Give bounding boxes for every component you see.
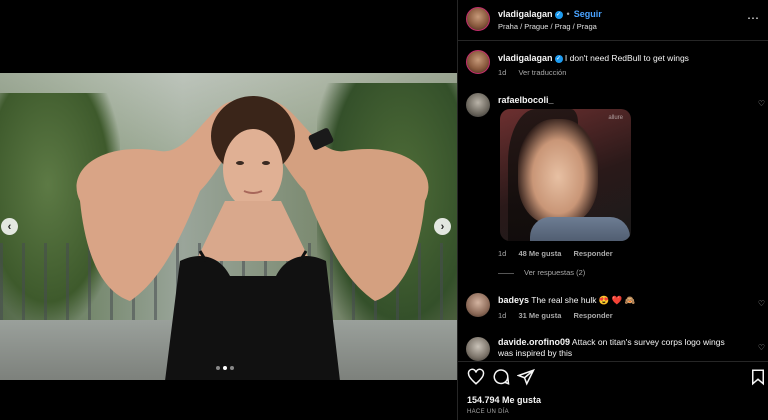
comment-username[interactable]: rafaelbocoli_: [498, 95, 554, 105]
like-comment-icon[interactable]: ♡: [758, 343, 765, 352]
likes-count[interactable]: 154.794 Me gusta: [467, 395, 541, 405]
verified-badge-icon: ✓: [554, 54, 563, 63]
verified-badge-icon: ✓: [554, 10, 563, 19]
follow-button[interactable]: Seguir: [574, 9, 602, 19]
comment-likes[interactable]: 48 Me gusta: [518, 249, 561, 258]
comment-image[interactable]: allure: [500, 109, 631, 241]
action-bar: 154.794 Me gusta HACE UN DÍA: [458, 361, 768, 420]
commenter-avatar[interactable]: [466, 293, 490, 317]
commenter-avatar[interactable]: [466, 337, 490, 361]
author-line: vladigalagan ✓ • Seguir: [498, 9, 602, 19]
reply-button[interactable]: Responder: [573, 311, 612, 320]
carousel-dot: [216, 366, 220, 370]
reply-button[interactable]: Responder: [573, 249, 612, 258]
caption: vladigalagan ✓ I don't need RedBull to ge…: [458, 47, 768, 87]
post-header: vladigalagan ✓ • Seguir Praha / Prague / Pr…: [458, 0, 768, 41]
previous-media-button[interactable]: ‹: [1, 218, 18, 235]
translate-link[interactable]: Ver traducción: [518, 68, 566, 77]
carousel-dot: [230, 366, 234, 370]
post-date[interactable]: HACE UN DÍA: [467, 409, 509, 415]
carousel-dots: [216, 366, 234, 370]
comment-item: davide.orofino09 Attack on titan's surve…: [458, 334, 768, 361]
comment-text-line1: Attack on titan's survey corps logo wing…: [571, 337, 725, 347]
comments-panel: vladigalagan ✓ • Seguir Praha / Prague / Pr…: [457, 0, 768, 420]
caption-meta: 1d Ver traducción: [498, 68, 576, 77]
caption-username[interactable]: vladigalagan: [498, 53, 553, 63]
comment-meta: 1d 31 Me gusta Responder: [498, 311, 623, 320]
media-pane: ‹ ›: [0, 0, 457, 420]
post-location[interactable]: Praha / Prague / Prag / Praga: [498, 22, 597, 31]
bookmark-icon[interactable]: [749, 368, 767, 386]
comment-username[interactable]: badeys: [498, 295, 529, 305]
separator-dot: •: [566, 9, 570, 19]
comment-age: 1d: [498, 249, 507, 258]
carousel-dot-active: [223, 366, 227, 370]
caption-text: I don't need RedBull to get wings: [564, 53, 689, 63]
caption-line: vladigalagan ✓ I don't need RedBull to ge…: [498, 53, 689, 64]
photo-subject: [76, 96, 429, 380]
like-comment-icon[interactable]: ♡: [758, 99, 765, 108]
comment-icon[interactable]: [492, 368, 510, 386]
comment-text: The real she hulk 😍 ❤️ 🙈: [531, 295, 636, 305]
more-options-icon[interactable]: ⋯: [747, 11, 760, 25]
next-media-button[interactable]: ›: [434, 218, 451, 235]
like-comment-icon[interactable]: ♡: [758, 299, 765, 308]
heart-icon[interactable]: [467, 368, 485, 386]
commenter-avatar[interactable]: [466, 93, 490, 117]
author-avatar[interactable]: [466, 7, 490, 31]
comment-line: badeys The real she hulk 😍 ❤️ 🙈: [498, 295, 635, 306]
image-shirt: [530, 217, 630, 241]
comment-meta: 1d 48 Me gusta Responder: [498, 249, 623, 258]
comment-line: davide.orofino09 Attack on titan's surve…: [498, 337, 725, 348]
comment-likes[interactable]: 31 Me gusta: [518, 311, 561, 320]
comment-header: rafaelbocoli_: [498, 95, 554, 106]
comment-age: 1d: [498, 311, 507, 320]
caption-avatar[interactable]: [466, 50, 490, 74]
author-username[interactable]: vladigalagan: [498, 9, 553, 19]
comment-item: badeys The real she hulk 😍 ❤️ 🙈 1d 31 Me…: [458, 290, 768, 326]
post-photo[interactable]: [0, 73, 457, 380]
view-replies-button[interactable]: Ver respuestas (2): [498, 268, 585, 277]
caption-age: 1d: [498, 68, 507, 77]
image-watermark: allure: [608, 115, 623, 121]
share-icon[interactable]: [517, 368, 535, 386]
image-face: [518, 119, 598, 224]
comment-text-line2: was inspired by this: [498, 348, 573, 358]
comment-username[interactable]: davide.orofino09: [498, 337, 570, 347]
